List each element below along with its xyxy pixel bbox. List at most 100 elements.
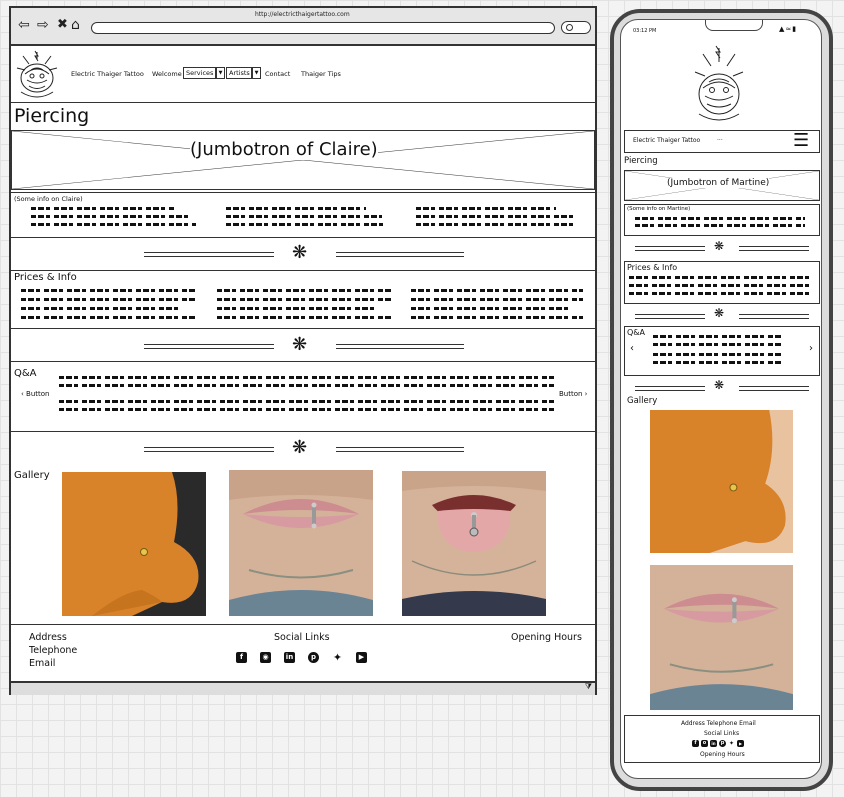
text-scribble (226, 215, 382, 218)
carousel-next-button[interactable]: Button › (559, 390, 587, 398)
divider-line (635, 314, 705, 319)
twitter-icon[interactable]: ✦ (728, 740, 735, 747)
chevron-right-icon[interactable]: › (809, 343, 813, 354)
close-x-icon[interactable]: ✖ (57, 17, 68, 33)
chevron-down-icon[interactable]: ▼ (252, 67, 261, 79)
text-scribble (59, 400, 554, 403)
mobile-jumbotron-placeholder: (Jumbotron of Martine) (624, 170, 820, 201)
linkedin-icon[interactable]: in (284, 652, 295, 663)
divider-line (336, 447, 464, 452)
text-scribble (21, 298, 196, 301)
text-scribble (59, 376, 554, 379)
divider-line (336, 344, 464, 349)
jumbotron-caption: (Jumbotron of Claire) (190, 139, 378, 160)
phone-notch (705, 20, 763, 31)
divider-line (144, 344, 274, 349)
text-scribble (217, 298, 392, 301)
pinterest-icon[interactable]: p (308, 652, 319, 663)
text-scribble (21, 307, 181, 310)
text-scribble (416, 223, 576, 226)
qa-section: Q&A ‹ Button Button › (11, 361, 595, 431)
youtube-icon[interactable]: ▶ (356, 652, 367, 663)
section-divider: ❋ (11, 328, 595, 361)
twitter-icon[interactable]: ✦ (332, 652, 343, 663)
back-arrow-icon[interactable]: ⇦ (18, 17, 30, 33)
mobile-gallery-heading: Gallery (627, 396, 658, 406)
browser-search-button[interactable] (561, 21, 591, 34)
browser-status-bar: ⧩ (11, 681, 595, 695)
gallery-photo-lip-piercing[interactable] (229, 470, 373, 616)
tiger-emblem-icon: ❋ (714, 378, 725, 392)
footer-telephone: Telephone (29, 645, 78, 656)
tiger-emblem-icon: ❋ (292, 334, 308, 355)
nav-contact[interactable]: Contact (265, 70, 290, 78)
carousel-prev-button[interactable]: ‹ Button (21, 390, 49, 398)
mobile-qa-heading: Q&A (627, 328, 646, 337)
facebook-icon[interactable]: f (236, 652, 247, 663)
facebook-icon[interactable]: f (692, 740, 699, 747)
nav-services-dropdown[interactable]: Services (183, 67, 216, 79)
text-scribble (31, 215, 191, 218)
text-scribble (59, 408, 554, 411)
text-scribble (653, 343, 783, 346)
page-title: Piercing (14, 105, 90, 127)
chevron-left-icon[interactable]: ‹ (630, 343, 634, 354)
text-scribble (31, 223, 196, 226)
section-divider: ❋ (11, 431, 595, 464)
linkedin-icon[interactable]: in (710, 740, 717, 747)
pinterest-icon[interactable]: p (719, 740, 726, 747)
text-scribble (411, 298, 583, 301)
text-scribble (629, 292, 813, 295)
instagram-icon[interactable]: o (701, 740, 708, 747)
text-scribble (653, 353, 783, 356)
nav-artists-dropdown[interactable]: Artists (226, 67, 252, 79)
phone-screen: 03:12 PM ▲≈▮ Electric Thaiger Tattoo ...… (620, 19, 822, 779)
gallery-photo-nose-piercing[interactable] (62, 472, 206, 616)
youtube-icon[interactable]: ▶ (737, 740, 744, 747)
text-scribble (411, 307, 571, 310)
divider-line (336, 252, 464, 257)
status-time: 03:12 PM (633, 28, 657, 34)
footer-address: Address (29, 632, 67, 643)
forward-arrow-icon[interactable]: ⇨ (37, 17, 49, 33)
resize-handle-icon[interactable]: ⧩ (585, 682, 592, 692)
text-scribble (217, 307, 377, 310)
hamburger-menu-icon[interactable]: ☰ (793, 132, 809, 150)
divider-line (635, 246, 705, 251)
chevron-down-icon[interactable]: ▼ (216, 67, 225, 79)
tiger-logo-mobile[interactable] (691, 42, 747, 124)
mobile-footer: Address Telephone Email Social Links f o… (624, 715, 820, 763)
text-scribble (653, 361, 783, 364)
mobile-brand-name[interactable]: Electric Thaiger Tattoo (633, 137, 700, 144)
mobile-prices-heading: Prices & Info (627, 263, 678, 272)
qa-heading: Q&A (14, 368, 37, 379)
mobile-footer-social: Social Links (704, 730, 740, 737)
gallery-heading: Gallery (14, 470, 50, 481)
instagram-icon[interactable]: ◉ (260, 652, 271, 663)
jumbotron-placeholder: (Jumbotron of Claire) (11, 130, 595, 190)
divider-line (739, 386, 809, 391)
url-text: http://electricthaigertattoo.com (255, 11, 350, 18)
mobile-gallery-photo-lip[interactable] (650, 565, 793, 710)
gallery-photo-tongue-piercing[interactable] (402, 471, 546, 616)
footer-social-heading: Social Links (274, 632, 330, 643)
site-footer: Address Telephone Email Social Links f ◉… (11, 624, 595, 681)
url-bar[interactable] (91, 22, 555, 34)
nav-welcome[interactable]: Welcome (152, 70, 182, 78)
text-scribble (635, 217, 805, 220)
desktop-browser-window: ⇦ ⇨ ✖ ⌂ http://electricthaigertattoo.com… (9, 6, 597, 695)
mobile-gallery-photo-nose[interactable] (650, 409, 793, 554)
mobile-footer-hours: Opening Hours (700, 751, 745, 758)
prices-heading: Prices & Info (14, 272, 77, 283)
brand-name[interactable]: Electric Thaiger Tattoo (71, 70, 144, 78)
nav-thaiger-tips[interactable]: Thaiger Tips (301, 70, 341, 78)
mobile-qa-section: Q&A ‹ › (624, 326, 820, 376)
section-divider: ❋ (11, 237, 595, 270)
gallery-section: Gallery (11, 464, 595, 624)
text-scribble (416, 215, 576, 218)
prices-section: Prices & Info (11, 270, 595, 328)
tiger-logo[interactable] (13, 48, 61, 100)
divider-line (739, 246, 809, 251)
home-icon[interactable]: ⌂ (71, 17, 80, 33)
mobile-navbar: Electric Thaiger Tattoo ... ☰ (624, 130, 820, 153)
